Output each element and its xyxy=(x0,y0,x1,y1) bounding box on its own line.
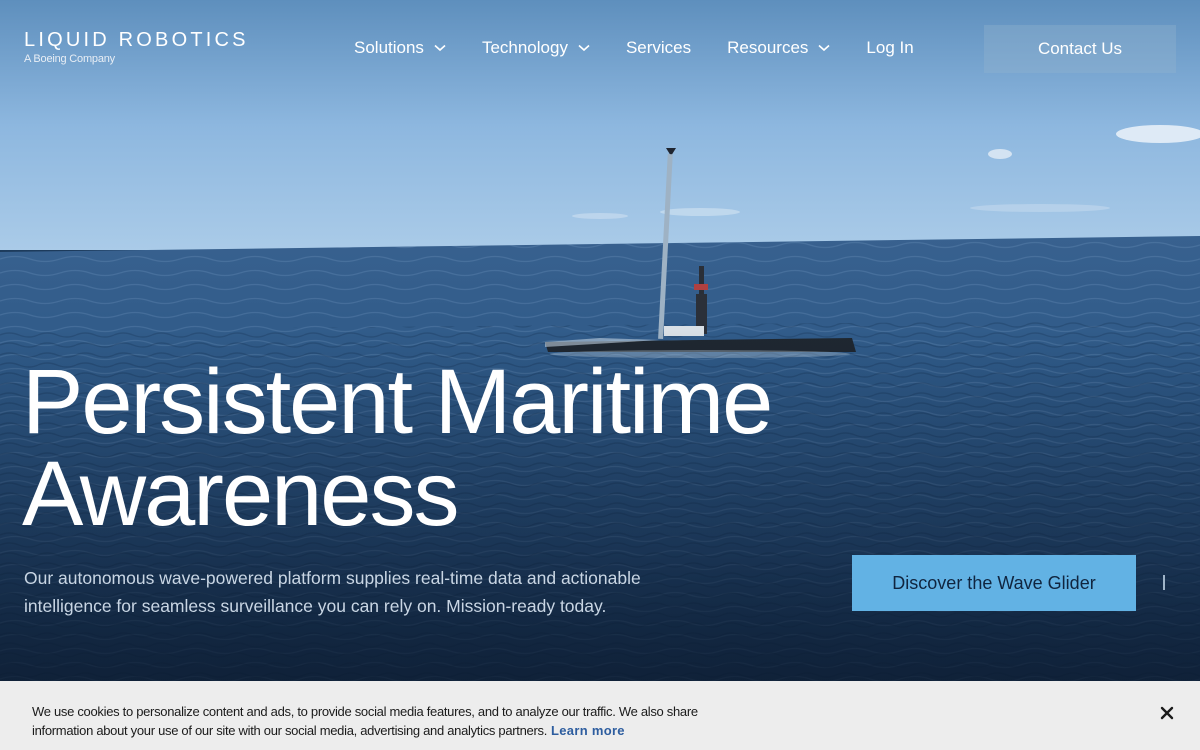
hero-subcopy: Our autonomous wave-powered platform sup… xyxy=(24,568,641,616)
nav-item-label: Services xyxy=(625,38,692,57)
brand-tagline: A Boeing Company xyxy=(24,53,115,65)
cookie-banner-text: We use cookies to personalize content an… xyxy=(32,702,722,740)
carousel-indicator[interactable] xyxy=(1163,575,1165,590)
hero-headline: Persistent Maritime Awareness xyxy=(22,356,822,540)
close-icon[interactable] xyxy=(1157,703,1177,723)
chevron-down-icon xyxy=(578,44,590,52)
nav-item-services[interactable]: Services xyxy=(608,24,709,72)
main-navigation: Solutions Technology Services Resources … xyxy=(336,24,932,72)
nav-item-label: Resources xyxy=(727,38,809,57)
brand-logo[interactable]: LIQUID ROBOTICS A Boeing Company xyxy=(24,30,249,66)
nav-item-label: Log In xyxy=(866,38,914,57)
nav-item-solutions[interactable]: Solutions xyxy=(336,24,464,72)
nav-item-resources[interactable]: Resources xyxy=(709,24,848,72)
nav-item-label: Solutions xyxy=(354,38,424,57)
contact-us-button[interactable]: Contact Us xyxy=(984,25,1176,73)
learn-more-link[interactable]: Learn more xyxy=(551,723,625,738)
chevron-down-icon xyxy=(818,44,830,52)
nav-item-label: Technology xyxy=(481,38,568,57)
discover-wave-glider-button[interactable]: Discover the Wave Glider xyxy=(852,555,1136,611)
hero-headline-line-2: Awareness xyxy=(22,443,459,545)
nav-item-technology[interactable]: Technology xyxy=(464,24,608,72)
chevron-down-icon xyxy=(434,44,446,52)
brand-name: LIQUID ROBOTICS xyxy=(24,29,249,51)
hero-headline-line-1: Persistent Maritime xyxy=(22,351,773,453)
cookie-banner: We use cookies to personalize content an… xyxy=(0,681,1200,750)
nav-item-login[interactable]: Log In xyxy=(848,24,931,72)
